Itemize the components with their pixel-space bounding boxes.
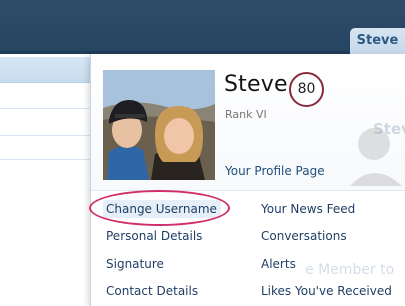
top-navigation-bar: Steve [0, 0, 405, 54]
signature-link[interactable]: Signature [106, 257, 164, 271]
your-profile-page-link[interactable]: Your Profile Page [225, 164, 325, 178]
personal-details-link[interactable]: Personal Details [106, 229, 202, 243]
likes-received-link[interactable]: Likes You've Received [261, 284, 392, 298]
news-feed-link[interactable]: Your News Feed [261, 202, 355, 216]
change-username-link[interactable]: Change Username [103, 200, 221, 218]
profile-user-name[interactable]: Steve [224, 72, 288, 97]
background-header-strip [0, 57, 92, 83]
background-divider [0, 135, 92, 136]
faded-background-text: e Member to [305, 262, 395, 278]
rank-badge: 80 [289, 72, 324, 107]
user-rank-title: Rank VI [225, 108, 267, 121]
faded-background-name: Stev [373, 120, 405, 138]
background-divider [0, 108, 92, 109]
alerts-link[interactable]: Alerts [261, 257, 296, 271]
conversations-link[interactable]: Conversations [261, 229, 347, 243]
user-menu-tab[interactable]: Steve [350, 28, 405, 54]
avatar[interactable] [103, 70, 215, 180]
background-divider [0, 159, 92, 160]
contact-details-link[interactable]: Contact Details [106, 284, 198, 298]
